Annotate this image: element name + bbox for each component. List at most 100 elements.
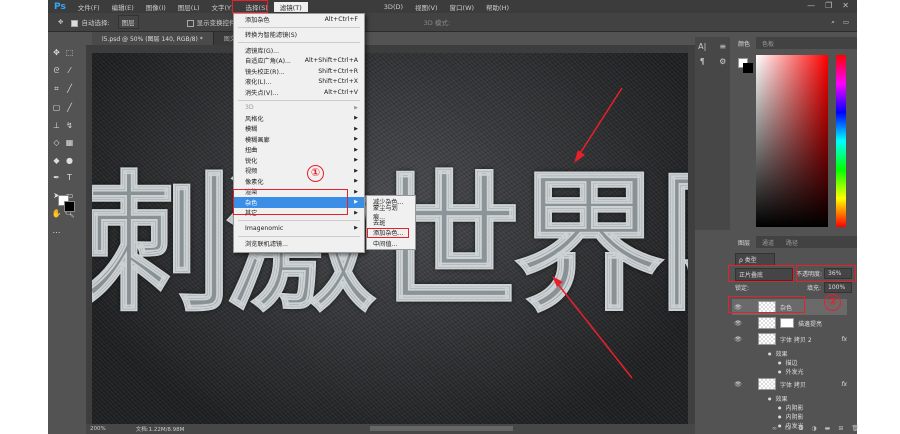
filter-menu-item[interactable]: 消失点(V)... Alt+Ctrl+V: [234, 87, 364, 98]
tab-document-1[interactable]: l5.psd @ 50% (图层 140, RGB/8) *: [92, 32, 214, 45]
brush-tool-icon[interactable]: ╱: [64, 103, 75, 119]
type-tool-icon[interactable]: T: [64, 173, 75, 189]
workspace-icon[interactable]: ▭: [843, 18, 849, 26]
tab-color[interactable]: 颜色: [732, 37, 757, 49]
filter-menu-item[interactable]: 锐化 ▶: [234, 155, 364, 166]
menu-item-despeckle[interactable]: 去斑: [367, 217, 415, 228]
auto-select-checkbox[interactable]: 自动选择:: [71, 17, 110, 27]
menu-3d[interactable]: 3D(D): [378, 3, 409, 11]
tab-channels[interactable]: 通道: [756, 236, 780, 248]
filter-menu-item[interactable]: 滤镜库(G)...: [234, 45, 364, 56]
fx-badge[interactable]: fx: [841, 336, 847, 343]
visibility-eye-icon[interactable]: 👁︎: [732, 336, 744, 343]
filter-menu-item[interactable]: 镜头校正(R)... Shift+Ctrl+R: [234, 66, 364, 77]
tab-paths[interactable]: 路径: [780, 236, 804, 248]
blur-tool-icon[interactable]: ◆: [51, 156, 62, 172]
hand-tool-icon[interactable]: ✋: [51, 209, 62, 225]
pen-tool-icon[interactable]: ✒: [51, 173, 62, 189]
menu-view[interactable]: 视图(V): [409, 2, 444, 12]
adjustment-icon[interactable]: ◑: [811, 425, 816, 432]
menu-layer[interactable]: 图层(L): [172, 2, 206, 12]
tab-swatches[interactable]: 色板: [756, 37, 780, 49]
visibility-eye-icon[interactable]: 👁︎: [732, 381, 744, 388]
layer-row[interactable]: ● 外发光: [732, 367, 847, 376]
magic-wand-icon[interactable]: ⁄: [64, 66, 75, 83]
menu-filter[interactable]: 滤镜(T): [273, 1, 308, 12]
menu-item-median[interactable]: 中间值...: [367, 238, 415, 249]
new-layer-icon[interactable]: ⊞: [838, 425, 843, 432]
effect-eye-icon[interactable]: ●: [778, 369, 782, 374]
effect-eye-icon[interactable]: ●: [768, 396, 772, 401]
filter-menu-item[interactable]: 风格化 ▶: [234, 113, 364, 124]
filter-menu-item[interactable]: 液化(L)... Shift+Ctrl+X: [234, 77, 364, 88]
tab-layers[interactable]: 图层: [732, 236, 757, 248]
character-panel-icon[interactable]: A|: [695, 42, 710, 51]
bg-color-chip[interactable]: [743, 63, 753, 73]
effect-eye-icon[interactable]: ●: [778, 414, 782, 419]
layer-row[interactable]: ● 效果: [732, 394, 847, 403]
move-icon[interactable]: ✥: [58, 18, 63, 26]
color-field[interactable]: [756, 55, 828, 227]
search-icon[interactable]: ⌕: [831, 18, 835, 27]
horizontal-scrollbar[interactable]: [370, 426, 513, 431]
menu-image[interactable]: 图像(I): [140, 2, 172, 12]
filter-menu-item[interactable]: 转换为智能滤镜(S): [234, 30, 364, 41]
trash-icon[interactable]: 🗑︎: [851, 425, 859, 432]
auto-select-dropdown[interactable]: 图层: [117, 15, 139, 29]
minimize-button[interactable]: —: [807, 1, 815, 10]
layer-row[interactable]: 👁︎ 字体 拷贝 2 fx: [732, 331, 847, 347]
menu-item-dust-scratches[interactable]: 蒙尘与划痕...: [367, 205, 415, 221]
layer-row[interactable]: ● 效果: [732, 349, 847, 358]
filter-menu-item[interactable]: 浏览联机滤镜...: [234, 239, 364, 250]
layer-row[interactable]: 👁︎ 描邊提亮: [732, 317, 847, 329]
effect-eye-icon[interactable]: ●: [778, 360, 782, 365]
filter-menu-item[interactable]: 自适应广角(A)... Alt+Shift+Ctrl+A: [234, 56, 364, 67]
visibility-eye-icon[interactable]: 👁︎: [732, 320, 744, 327]
menu-window[interactable]: 窗口(W): [444, 2, 481, 12]
dodge-tool-icon[interactable]: ●: [64, 156, 75, 172]
filter-menu-item[interactable]: 视频 ▶: [234, 166, 364, 177]
restore-button[interactable]: ❐: [825, 1, 832, 10]
menu-help[interactable]: 帮助(H): [480, 2, 515, 12]
filter-menu-item[interactable]: 3D ▶: [234, 103, 364, 114]
group-icon[interactable]: ▬: [825, 425, 831, 432]
effect-eye-icon[interactable]: ●: [778, 405, 782, 410]
hue-slider[interactable]: [836, 55, 846, 227]
tool-presets-icon[interactable]: ⚙: [716, 57, 731, 66]
fx-icon[interactable]: fx: [785, 425, 791, 432]
layer-row[interactable]: ● 描边: [732, 358, 847, 367]
filter-menu-item[interactable]: 像素化 ▶: [234, 176, 364, 187]
mask-icon[interactable]: ◘: [799, 425, 804, 432]
lasso-tool-icon[interactable]: ᘓ: [51, 66, 62, 83]
layer-row[interactable]: ● 内阴影: [732, 403, 847, 412]
filter-menu-item[interactable]: Imagenomic ▶: [234, 223, 364, 234]
eyedropper-icon[interactable]: ╱: [64, 84, 75, 101]
zoom-level[interactable]: 200%: [90, 426, 106, 432]
vertical-scrollbar[interactable]: [688, 45, 695, 424]
more-tools-icon[interactable]: …: [51, 226, 62, 242]
background-color[interactable]: [64, 201, 75, 212]
paragraph-panel-icon[interactable]: ¶: [695, 57, 710, 66]
brush-settings-icon[interactable]: ≡: [716, 42, 731, 51]
layer-row[interactable]: 👁︎ 字体 拷贝 fx: [732, 376, 847, 392]
crop-tool-icon[interactable]: ⌗: [51, 84, 62, 101]
fill-field[interactable]: 100%: [824, 282, 852, 293]
move-tool-icon[interactable]: ✥: [51, 48, 62, 64]
layer-row[interactable]: ● 内阴影: [732, 412, 847, 421]
healing-brush-icon[interactable]: ▢: [51, 103, 62, 119]
link-icon[interactable]: ∞: [772, 425, 777, 432]
menu-file[interactable]: 文件(F): [72, 2, 106, 12]
filter-menu-item[interactable]: 添加杂色 Alt+Ctrl+F: [234, 14, 364, 25]
effect-eye-icon[interactable]: ●: [768, 351, 772, 356]
filter-menu-item[interactable]: 模糊画廊 ▶: [234, 134, 364, 145]
history-brush-icon[interactable]: ↯: [64, 121, 75, 137]
marquee-tool-icon[interactable]: ⬚: [64, 48, 75, 64]
filter-menu-item[interactable]: 扭曲 ▶: [234, 145, 364, 156]
fx-badge[interactable]: fx: [841, 381, 847, 388]
stamp-tool-icon[interactable]: ⊥: [51, 121, 62, 137]
filter-menu-item[interactable]: 模糊 ▶: [234, 124, 364, 135]
close-button[interactable]: ✕: [842, 1, 849, 10]
show-transform-checkbox[interactable]: 显示变换控件: [186, 17, 236, 27]
gradient-tool-icon[interactable]: ▦: [64, 138, 75, 154]
eraser-tool-icon[interactable]: ◇: [51, 138, 62, 154]
